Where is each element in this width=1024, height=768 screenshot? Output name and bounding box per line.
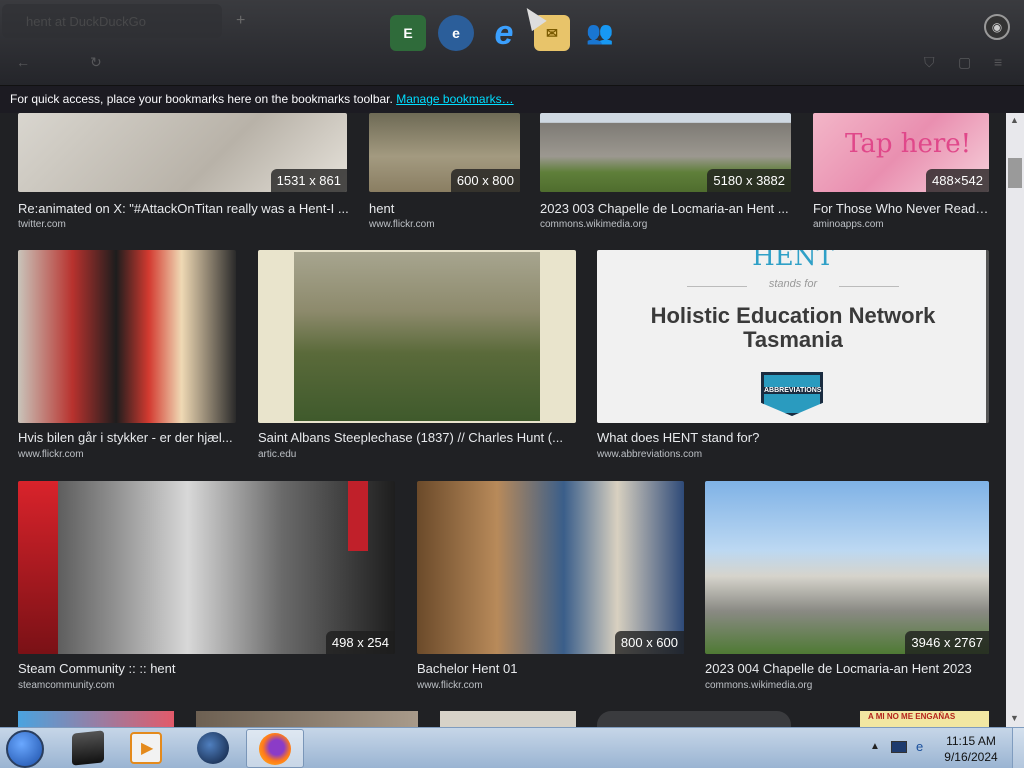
image-dimensions: 800 x 600 xyxy=(614,631,684,654)
result-thumbnail[interactable] xyxy=(196,711,418,727)
result-title[interactable]: 2023 003 Chapelle de Locmaria-an Hent ..… xyxy=(540,201,791,216)
result-title[interactable]: Hvis bilen går i stykker - er der hjæl..… xyxy=(18,430,236,445)
result-thumbnail[interactable]: Tap here! 488×542 xyxy=(813,113,989,192)
result-thumbnail[interactable]: 5180 x 3882 xyxy=(540,113,791,192)
result-source[interactable]: artic.edu xyxy=(258,449,296,460)
bookmarks-toolbar: For quick access, place your bookmarks h… xyxy=(0,86,1024,113)
manage-bookmarks-link[interactable]: Manage bookmarks… xyxy=(396,92,513,106)
toolbox-icon[interactable]: ◉ xyxy=(984,14,1010,40)
ie-download-icon[interactable]: e xyxy=(438,15,474,51)
result-card[interactable]: 498 x 254 Steam Community :: :: hent ste… xyxy=(18,481,395,696)
back-icon[interactable]: ← xyxy=(16,54,30,70)
result-thumbnail[interactable]: 600 x 800 xyxy=(369,113,520,192)
result-card[interactable]: Hvis bilen går i stykker - er der hjæl..… xyxy=(18,250,236,465)
result-thumbnail[interactable]: A MI NO ME ENGAÑAS xyxy=(860,711,989,727)
ie-tray-icon[interactable]: e xyxy=(916,739,923,754)
reload-icon[interactable]: ↻ xyxy=(90,54,102,71)
result-title[interactable]: Saint Albans Steeplechase (1837) // Char… xyxy=(258,430,576,445)
image-dimensions: 498 x 254 xyxy=(325,631,395,654)
vertical-scrollbar[interactable]: ▲ ▼ xyxy=(1006,113,1024,727)
internet-explorer-icon[interactable]: e xyxy=(486,14,522,52)
tap-here-overlay: Tap here! xyxy=(845,129,972,159)
browser-chrome: hent at DuckDuckGo + ← ↻ ⛉ ▢ ≡ E e e ✉ 👥… xyxy=(0,0,1024,86)
result-card[interactable]: 600 x 800 hent www.flickr.com xyxy=(369,113,520,238)
clock-date: 9/16/2024 xyxy=(944,750,998,764)
scroll-down-icon[interactable]: ▼ xyxy=(1010,713,1019,723)
result-thumbnail[interactable] xyxy=(440,711,576,727)
firefox-taskbar-button[interactable] xyxy=(246,729,304,768)
result-source[interactable]: aminoapps.com xyxy=(813,219,884,230)
result-title[interactable]: Re:animated on X: "#AttackOnTitan really… xyxy=(18,201,353,216)
network-icon[interactable] xyxy=(891,741,907,753)
result-source[interactable]: www.abbreviations.com xyxy=(597,449,702,460)
hent-heading: HENT xyxy=(752,250,834,272)
result-thumbnail[interactable] xyxy=(258,250,576,423)
bookmarks-hint: For quick access, place your bookmarks h… xyxy=(10,92,393,106)
image-results-grid: 1531 x 861 Re:animated on X: "#AttackOnT… xyxy=(0,113,1006,727)
divider xyxy=(687,286,747,287)
result-card[interactable]: 5180 x 3882 2023 003 Chapelle de Locmari… xyxy=(540,113,791,238)
show-desktop-button[interactable] xyxy=(1012,728,1024,768)
result-thumbnail[interactable]: HENT stands for Holistic Education Netwo… xyxy=(597,250,989,423)
image-dimensions: 5180 x 3882 xyxy=(707,169,791,192)
result-source[interactable]: www.flickr.com xyxy=(369,219,435,230)
result-title[interactable]: What does HENT stand for? xyxy=(597,430,989,445)
result-card[interactable]: Tap here! 488×542 For Those Who Never Re… xyxy=(813,113,989,238)
result-card[interactable]: HENT stands for Holistic Education Netwo… xyxy=(597,250,989,465)
result-card[interactable]: 1531 x 861 Re:animated on X: "#AttackOnT… xyxy=(18,113,349,238)
image-dimensions: 3946 x 2767 xyxy=(905,631,989,654)
taskbar-app-icon[interactable] xyxy=(72,730,104,766)
abbreviations-badge: ABBREVIATIONS xyxy=(761,372,823,416)
result-thumbnail[interactable]: 800 x 600 xyxy=(417,481,684,654)
result-thumbnail[interactable] xyxy=(18,711,174,727)
painting-image xyxy=(294,252,540,421)
shield-icon[interactable]: ⛉ xyxy=(924,54,935,71)
result-title[interactable]: Steam Community :: :: hent xyxy=(18,661,395,676)
browser-tab[interactable]: hent at DuckDuckGo xyxy=(2,4,222,38)
show-hidden-icons[interactable]: ▲ xyxy=(870,741,880,752)
taskbar: ▶ ▲ e 11:15 AM 9/16/2024 xyxy=(0,727,1024,768)
start-button[interactable] xyxy=(6,730,44,768)
result-card[interactable]: 800 x 600 Bachelor Hent 01 www.flickr.co… xyxy=(417,481,684,696)
result-title[interactable]: hent xyxy=(369,201,520,216)
firefox-icon xyxy=(259,733,291,765)
result-thumbnail[interactable]: 498 x 254 xyxy=(18,481,395,654)
result-source[interactable]: commons.wikimedia.org xyxy=(705,680,812,691)
app-icon-1[interactable]: E xyxy=(390,15,426,51)
system-clock[interactable]: 11:15 AM 9/16/2024 xyxy=(936,733,1006,765)
result-title[interactable]: For Those Who Never Read ... xyxy=(813,201,989,216)
media-player-icon[interactable]: ▶ xyxy=(130,732,162,764)
result-source[interactable]: steamcommunity.com xyxy=(18,680,115,691)
acronym-meaning: Holistic Education Network Tasmania xyxy=(650,303,936,352)
result-source[interactable]: www.flickr.com xyxy=(18,449,84,460)
menu-icon[interactable]: ≡ xyxy=(994,54,1002,70)
extensions-icon[interactable]: ▢ xyxy=(958,54,971,71)
result-title[interactable]: 2023 004 Chapelle de Locmaria-an Hent 20… xyxy=(705,661,989,676)
globe-icon[interactable] xyxy=(197,732,229,764)
result-source[interactable]: www.flickr.com xyxy=(417,680,483,691)
scroll-up-icon[interactable]: ▲ xyxy=(1010,115,1019,125)
result-card[interactable]: Saint Albans Steeplechase (1837) // Char… xyxy=(258,250,576,465)
scrollbar-thumb[interactable] xyxy=(1008,158,1022,188)
result-thumbnail[interactable]: 3946 x 2767 xyxy=(705,481,989,654)
image-dimensions: 600 x 800 xyxy=(450,169,520,192)
clock-time: 11:15 AM xyxy=(946,734,996,748)
result-source[interactable]: commons.wikimedia.org xyxy=(540,219,647,230)
result-thumbnail[interactable] xyxy=(597,711,791,727)
result-thumbnail[interactable] xyxy=(18,250,236,423)
result-card[interactable]: 3946 x 2767 2023 004 Chapelle de Locmari… xyxy=(705,481,989,696)
desktop-dock: E e e ✉ 👥 xyxy=(390,8,640,58)
result-source[interactable]: twitter.com xyxy=(18,219,66,230)
result-thumbnail[interactable]: 1531 x 861 xyxy=(18,113,347,192)
users-icon[interactable]: 👥 xyxy=(582,15,618,51)
divider xyxy=(839,286,899,287)
image-dimensions: 488×542 xyxy=(926,169,989,192)
result-title[interactable]: Bachelor Hent 01 xyxy=(417,661,684,676)
stands-for-text: stands for xyxy=(768,278,818,290)
image-dimensions: 1531 x 861 xyxy=(270,169,347,192)
new-tab-button[interactable]: + xyxy=(236,12,245,30)
